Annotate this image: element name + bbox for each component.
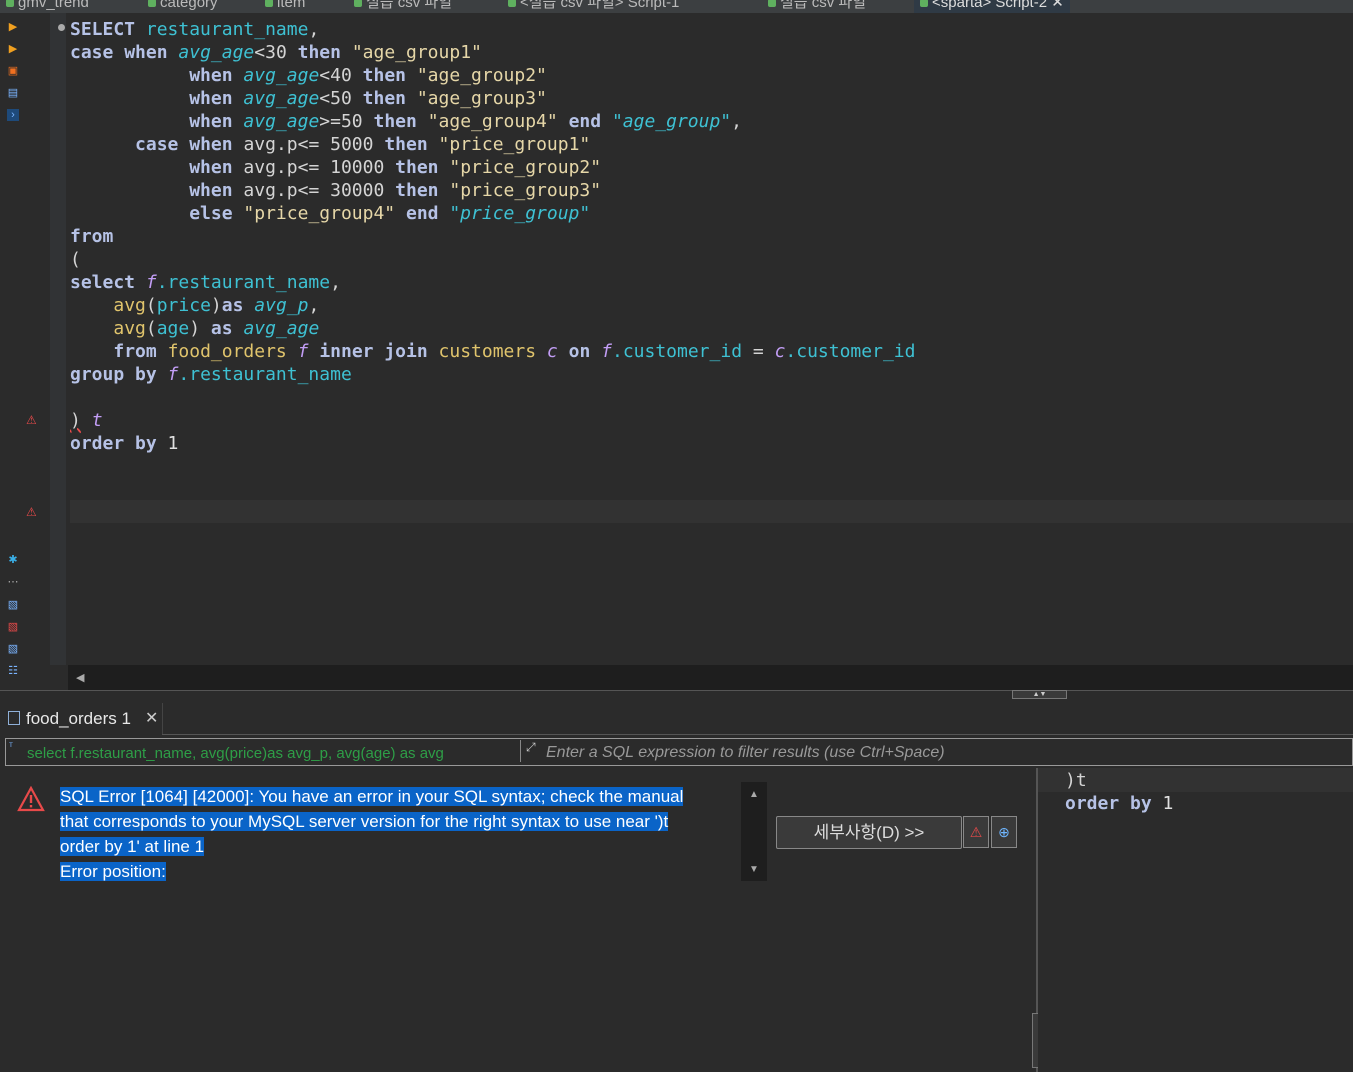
- script-icon: [508, 0, 516, 8]
- load-script-icon[interactable]: ▧: [7, 599, 19, 611]
- settings-gear-icon[interactable]: ✱: [7, 554, 19, 566]
- results-tab-label[interactable]: food_orders 1: [26, 709, 131, 729]
- tab-divider: [162, 734, 1353, 735]
- editor-side-toolbar: ▶ ▶ ▣ ▤ › ✱ ⋯ ▧ ▧ ▧ ☷: [0, 13, 50, 677]
- code-line: avg(price)as avg_p,: [113, 295, 320, 316]
- table-icon: [354, 0, 362, 8]
- tab-csv-file[interactable]: 실습 csv 파일: [354, 0, 452, 13]
- code-line: when avg_age<40 then "age_group2": [189, 65, 547, 86]
- grid-icon: [8, 711, 20, 725]
- details-button[interactable]: 세부사항(D) >>: [776, 816, 962, 849]
- tab-item[interactable]: item: [265, 0, 305, 13]
- warning-icon[interactable]: ⚠: [26, 414, 38, 426]
- query-text-field[interactable]: select f.restaurant_name, avg(price)as a…: [27, 745, 519, 765]
- terminal-icon[interactable]: ›: [7, 109, 19, 121]
- editor-tab-strip: gmv_trend category item 실습 csv 파일 <실습 cs…: [0, 0, 1353, 13]
- script-icon: [920, 0, 928, 8]
- error-log-icon[interactable]: ⚠: [963, 816, 989, 848]
- error-text-line: SQL Error [1064] [42000]: You have an er…: [60, 787, 684, 806]
- table-icon: [768, 0, 776, 8]
- tab-csv-file-2[interactable]: 실습 csv 파일: [768, 0, 866, 13]
- filter-input[interactable]: Enter a SQL expression to filter results…: [546, 744, 945, 762]
- code-line: from: [70, 226, 114, 247]
- code-line: when avg_age<50 then "age_group3": [189, 88, 547, 109]
- side-code-line: )t: [1065, 770, 1087, 791]
- scroll-left-icon[interactable]: ◀: [76, 671, 84, 684]
- code-line: case when avg.p<= 5000 then "price_group…: [135, 134, 591, 155]
- code-line: from food_orders f inner join customers …: [113, 341, 916, 362]
- side-code-line: order by 1: [1065, 793, 1174, 814]
- editor-horizontal-scrollbar[interactable]: [68, 665, 1353, 690]
- code-line: select f.restaurant_name,: [70, 272, 341, 293]
- explain-plan-icon[interactable]: ▤: [7, 87, 19, 99]
- scroll-up-icon[interactable]: ▲: [749, 789, 759, 800]
- error-message[interactable]: SQL Error [1064] [42000]: You have an er…: [60, 784, 732, 884]
- divider: [520, 740, 521, 762]
- code-line: ) t: [70, 410, 103, 431]
- code-line: (: [70, 249, 81, 270]
- code-line: order by 1: [70, 433, 179, 454]
- sql-editor[interactable]: SELECT restaurant_name, case when avg_ag…: [70, 18, 1353, 658]
- code-line: when avg.p<= 30000 then "price_group3": [189, 180, 602, 201]
- panel-sash[interactable]: [0, 690, 1353, 699]
- line-ruler: [50, 13, 66, 665]
- sash-toggle-icon[interactable]: ▲▼: [1012, 690, 1067, 699]
- table-icon: [265, 0, 273, 8]
- expand-icon[interactable]: ⤢: [526, 740, 536, 755]
- fold-marker-icon[interactable]: [58, 24, 65, 31]
- sql-filter-icon[interactable]: ᵀ: [9, 741, 13, 751]
- target-icon[interactable]: ⊕: [991, 816, 1017, 848]
- export-icon[interactable]: ▧: [7, 643, 19, 655]
- table-icon: [6, 0, 14, 8]
- error-text-line: that corresponds to your MySQL server ve…: [60, 812, 669, 831]
- table-icon: [148, 0, 156, 8]
- outline-icon[interactable]: ☷: [7, 665, 19, 677]
- code-line: avg(age) as avg_age: [113, 318, 320, 339]
- code-line: when avg.p<= 10000 then "price_group2": [189, 157, 602, 178]
- save-script-icon[interactable]: ▧: [7, 621, 19, 633]
- code-line: case when avg_age<30 then "age_group1": [70, 42, 482, 63]
- close-icon[interactable]: ✕: [1051, 0, 1064, 11]
- code-line: else "price_group4" end "price_group": [189, 203, 591, 224]
- code-line: group by f.restaurant_name: [70, 364, 352, 385]
- error-text-line: order by 1' at line 1: [60, 837, 205, 856]
- tab-category[interactable]: category: [148, 0, 218, 13]
- error-position-label: Error position:: [60, 862, 166, 881]
- tab-script-2[interactable]: <sparta> Script-2 ✕: [914, 0, 1070, 13]
- tab-gmv-trend[interactable]: gmv_trend: [6, 0, 89, 13]
- tab-script-1[interactable]: <실습 csv 파일> Script-1: [508, 0, 679, 13]
- code-line: when avg_age>=50 then "age_group4" end "…: [189, 111, 742, 132]
- code-line: SELECT restaurant_name,: [70, 19, 320, 40]
- execute-script-icon[interactable]: ▣: [7, 65, 19, 77]
- close-icon[interactable]: ✕: [145, 708, 158, 728]
- execute-statement-icon[interactable]: ▶: [7, 21, 19, 33]
- execute-in-new-tab-icon[interactable]: ▶: [7, 43, 19, 55]
- warning-icon[interactable]: ⚠: [26, 506, 38, 518]
- error-triangle-icon: [17, 786, 45, 812]
- more-icon[interactable]: ⋯: [7, 576, 19, 588]
- scroll-down-icon[interactable]: ▼: [749, 864, 759, 875]
